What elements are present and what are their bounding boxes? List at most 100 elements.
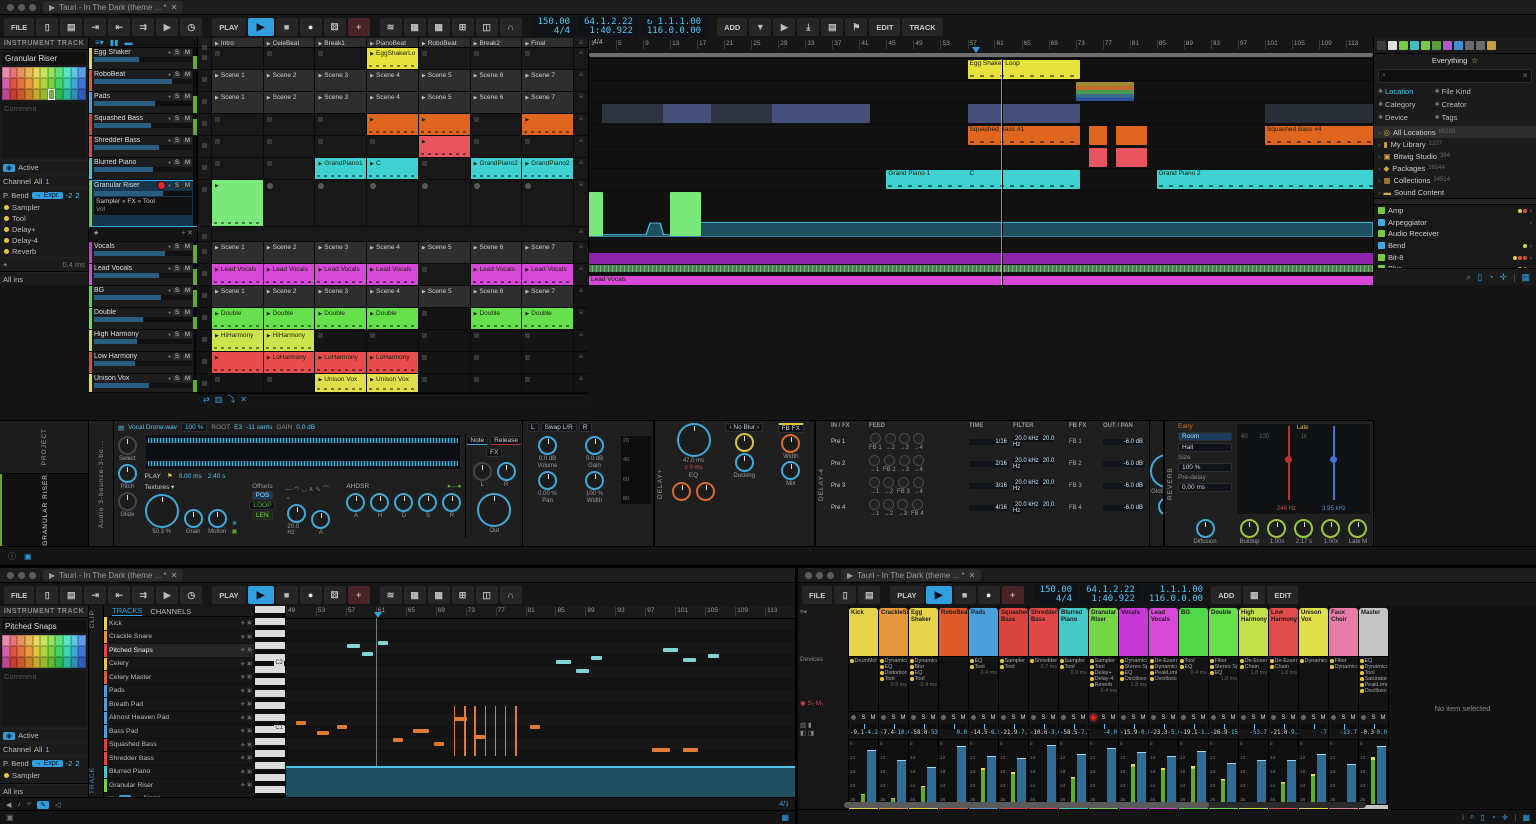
color-swatch[interactable] [40, 78, 48, 89]
solo-button[interactable]: S [173, 332, 181, 338]
color-swatch[interactable] [63, 657, 71, 668]
clip-slot[interactable] [264, 48, 316, 69]
clip-slot[interactable]: Scene 4 [367, 242, 419, 263]
mixer-channel-strip[interactable]: Vocals DynamicsStereo SplitEQOscilloscop… [1119, 606, 1149, 810]
channel-device-chain[interactable]: ShredderBa 0.7 ms [1029, 656, 1058, 711]
channel-device-chain[interactable]: De-EsserDynamicsPeakLimitOscilloscop [1149, 656, 1178, 711]
edit-button[interactable]: EDIT [1267, 586, 1298, 604]
lock-icon[interactable]: ▣ [247, 661, 252, 667]
delay-tap-row[interactable]: Pre 2 →1FB 2→3→4 2/16 20.0 kHz20.0 Hz FB… [827, 453, 1149, 475]
color-swatch[interactable] [33, 646, 41, 657]
color-swatch[interactable] [55, 67, 63, 78]
clip-stop-button[interactable] [198, 374, 212, 392]
color-swatch[interactable] [10, 646, 18, 657]
pan-knob[interactable] [538, 471, 557, 490]
fb-fx-slot[interactable]: FB FX [778, 423, 804, 433]
feed-knob[interactable] [912, 499, 923, 510]
envelope-knob[interactable] [418, 493, 437, 512]
channel-header[interactable]: Pads [969, 608, 998, 656]
color-swatch[interactable] [25, 635, 33, 646]
clip-slot[interactable]: LoHarmony [367, 352, 419, 373]
envelope-mode[interactable]: AHDSR [346, 483, 369, 490]
channels-tab[interactable]: CHANNELS [150, 607, 191, 616]
clip-slot[interactable] [419, 114, 471, 135]
editor-track-row[interactable]: Shredder Bass ◈▣ [104, 752, 254, 766]
input-routing[interactable]: All ins [3, 787, 23, 796]
channel-device-chain[interactable]: FilterDynamics [1329, 656, 1358, 711]
add-track-quick-button[interactable]: + [1002, 586, 1024, 604]
channel-device[interactable]: Dynamics [1330, 664, 1357, 670]
tap-out-gain[interactable]: -6.0 dB [1103, 461, 1145, 467]
color-swatch[interactable] [78, 646, 86, 657]
clip-slot[interactable]: Scene 6 [471, 242, 523, 263]
clip-slot[interactable] [471, 48, 523, 69]
channel-device-chain[interactable]: FilterStereo SplitEQ 1.8 ms [1209, 656, 1238, 711]
color-swatch[interactable] [25, 657, 33, 668]
inspector-device-item[interactable]: Delay+ [0, 224, 88, 235]
new-file-icon[interactable]: ▯ [36, 586, 58, 604]
color-swatch[interactable] [40, 635, 48, 646]
active-toggle[interactable]: Active [18, 163, 38, 172]
lock-icon[interactable]: ▣ [247, 782, 252, 788]
feed-knob[interactable] [869, 455, 880, 466]
editor-track-row[interactable]: Kick ◈▣ [104, 617, 254, 631]
stop-button[interactable]: ■ [954, 586, 976, 604]
record-arm-button[interactable] [1091, 715, 1096, 720]
fader-handle[interactable] [1227, 763, 1236, 804]
overview-icon[interactable]: ▥ [215, 395, 223, 404]
mixer-channel-strip[interactable]: RoboBeat SM 0.0 612182436 [939, 606, 969, 810]
sends-icon[interactable]: ◉ S₁ M₁ [800, 699, 846, 707]
clip-slot[interactable] [522, 114, 574, 135]
arranger-clip[interactable] [772, 104, 871, 123]
clip-slot[interactable] [212, 158, 264, 179]
editor-track-row[interactable]: Blurred Piano ◈▣ [104, 766, 254, 780]
mute-button[interactable]: M [183, 332, 192, 338]
color-swatch[interactable] [40, 646, 48, 657]
mute-button[interactable]: M [960, 715, 965, 721]
color-swatch[interactable] [10, 78, 18, 89]
color-swatch[interactable] [17, 78, 25, 89]
browser-filter-tab[interactable]: ✱Location [1376, 85, 1433, 98]
drum-machine-icon[interactable]: ▦ [404, 18, 426, 36]
channel-header[interactable]: RoboBeat [939, 608, 968, 656]
track-volume-slider[interactable] [94, 317, 192, 322]
clip-slot[interactable]: Scene 4 [367, 70, 419, 91]
pan-slider[interactable] [1031, 724, 1056, 729]
color-swatch[interactable] [10, 67, 18, 78]
record-arm-button[interactable] [1151, 715, 1156, 720]
color-swatch[interactable] [63, 89, 71, 100]
clip-slot[interactable]: HiHarmony [212, 330, 264, 351]
arranger-clip[interactable] [602, 104, 667, 123]
channel-device-chain[interactable]: SamplerTool [999, 656, 1028, 711]
channel-fader[interactable]: 612182436 [1209, 739, 1238, 805]
mixer-channel-strip[interactable]: Kick DrumMch SM -9.1-4.2 612182436 [849, 606, 879, 810]
preview-icon[interactable]: ◔ [1488, 272, 1493, 282]
mute-button[interactable]: M [183, 376, 192, 382]
mixer-channel-strip[interactable]: Faux Choir FilterDynamics SM -13.7 61218… [1329, 606, 1359, 810]
clip-slot[interactable]: Lead Vocals [212, 264, 264, 285]
len-offset-button[interactable]: LEN [252, 511, 273, 520]
mix-knob[interactable] [781, 461, 800, 480]
clip-stop-button[interactable] [198, 136, 212, 157]
channel-device-chain[interactable]: DynamicsStereo SplitEQOscilloscop 1.8 ms [1119, 656, 1148, 711]
eq-icon[interactable]: ≋ [380, 586, 402, 604]
hall-button[interactable]: Hall [1178, 443, 1232, 452]
fader-handle[interactable] [1167, 756, 1176, 804]
clip-slot[interactable]: EggShakerLo [367, 48, 419, 69]
solo-button[interactable]: S [173, 354, 181, 360]
mute-button[interactable]: M [1290, 715, 1295, 721]
mixer-channel-strip[interactable]: CrackleSnar DynamicsEQDistortionTool 0.9… [879, 606, 909, 810]
mute-button[interactable]: M [183, 266, 192, 272]
fader-handle[interactable] [1077, 754, 1086, 804]
ducking-knob[interactable] [735, 453, 754, 472]
lock-icon[interactable]: ▣ [247, 674, 252, 680]
clip-slot[interactable] [471, 136, 523, 157]
scene-launch-button[interactable]: Intro [212, 38, 264, 47]
keyboard-icon[interactable]: ▦ [781, 813, 789, 822]
clip-slot[interactable]: Scene 4 [367, 286, 419, 307]
midi-note[interactable] [683, 748, 698, 752]
lock-icon[interactable]: ▣ [247, 647, 252, 653]
clip-slot[interactable]: Lead Vocals [522, 264, 574, 285]
preview-icon[interactable]: ▶ [156, 586, 178, 604]
clip-slot[interactable]: LoHarmony [264, 352, 316, 373]
